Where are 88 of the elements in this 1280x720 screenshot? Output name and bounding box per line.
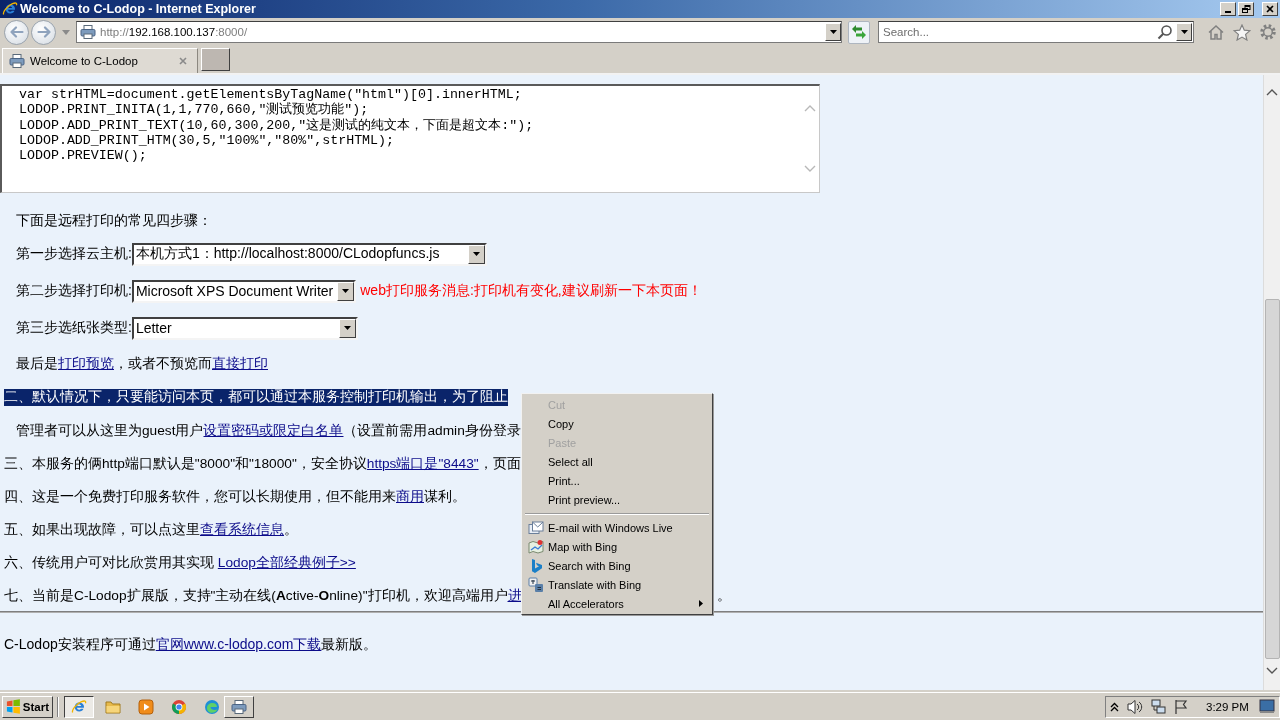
- caret-right-icon: [699, 600, 703, 607]
- chevron-down-icon: [804, 165, 816, 172]
- link[interactable]: 官网www.c-lodop.com下载: [155, 636, 322, 652]
- restore-button[interactable]: [1238, 2, 1254, 16]
- play-icon[interactable]: [138, 698, 154, 715]
- search-icon[interactable]: [1157, 24, 1173, 40]
- paragraph-text: C-Lodop安装程序可通过官网www.c-lodop.com下载最新版。: [4, 636, 378, 652]
- chevron-up-icon[interactable]: [1266, 89, 1278, 96]
- paragraph-text: 最后是打印预览，或者不预览而直接打印: [16, 356, 268, 372]
- map-icon: [528, 539, 544, 554]
- link[interactable]: 商用: [396, 489, 424, 504]
- link[interactable]: Lodop全部经典例子>>: [217, 555, 356, 570]
- menu-item[interactable]: Search with Bing: [523, 556, 711, 575]
- caret-down-icon: [342, 289, 350, 293]
- menu-item[interactable]: All Accelerators: [523, 594, 711, 613]
- flag-icon[interactable]: [1174, 698, 1188, 715]
- paragraph-text: 三、本服务的俩http端口默认是"8000"和"18000"，安全协议https端口是"8443"，页面: [4, 456, 521, 472]
- new-tab-button[interactable]: [201, 48, 230, 71]
- link[interactable]: 设置密码或限定白名单: [203, 423, 344, 438]
- restore-icon: [1241, 5, 1251, 13]
- star-icon[interactable]: [1233, 23, 1251, 41]
- field-label: 第三步选纸张类型:: [16, 319, 132, 337]
- menu-item[interactable]: Print preview...: [523, 490, 711, 509]
- circle-logo-icon[interactable]: [171, 698, 187, 715]
- dropdown-button[interactable]: [1176, 23, 1192, 41]
- printer-icon: [231, 698, 247, 715]
- refresh-icon: [851, 24, 867, 40]
- taskbar-button[interactable]: [64, 695, 94, 718]
- paragraph-text: 四、这是一个免费打印服务软件，您可以长期使用，但不能用来商用谋利。: [4, 489, 466, 505]
- email-icon: [528, 521, 544, 534]
- search-field[interactable]: Search...: [878, 21, 1194, 43]
- menu-item[interactable]: Select all: [523, 452, 711, 471]
- e-logo-icon: [2, 1, 18, 17]
- window-title: Welcome to C-Lodop - Internet Explorer: [20, 2, 256, 16]
- e-logo-icon: [71, 698, 87, 715]
- scrollbar[interactable]: [1263, 75, 1280, 690]
- home-icon[interactable]: [1207, 24, 1225, 40]
- text-fragment: 。: [717, 588, 731, 604]
- translate-icon: [528, 576, 544, 593]
- printer-icon: [80, 24, 96, 40]
- refresh-button[interactable]: [848, 20, 870, 44]
- arrow-right-icon: [36, 26, 51, 38]
- paragraph-text: 六、传统用户可对比欣赏用其实现 Lodop全部经典例子>>: [4, 555, 356, 571]
- close-icon: [1266, 5, 1274, 13]
- chevron-down-icon[interactable]: [1266, 667, 1278, 674]
- code-textarea[interactable]: var strHTML=document.getElementsByTagName("html")[0].innerHTML; LODOP.PRINT_INITA(1,1,770,660,"测试预览功能"); LODOP.ADD_PRINT_TEXT(10,60,300,200,"这是测试的纯文本，下面是超文本:"); LODOP.ADD_PRINT_HTM(30,5,"100%","80%",strHTML); LODOP.PREVIEW();: [0, 84, 820, 193]
- menu-item[interactable]: Translate with Bing: [523, 575, 711, 594]
- caret-down-icon: [1180, 30, 1188, 34]
- desktop-icon[interactable]: [1259, 699, 1275, 714]
- speaker-icon[interactable]: [1127, 698, 1143, 715]
- caret-down-icon: [343, 326, 351, 330]
- menu-item[interactable]: E-mail with Windows Live: [523, 518, 711, 537]
- paragraph-text: 二、默认情况下，只要能访问本页，都可以通过本服务控制打印机输出，为了阻止: [4, 389, 508, 406]
- caret-down-icon: [472, 252, 480, 256]
- minimize-button[interactable]: [1220, 2, 1236, 16]
- printer-icon: [9, 53, 25, 69]
- menu-item[interactable]: Copy: [523, 414, 711, 433]
- menu-item[interactable]: Print...: [523, 471, 711, 490]
- network-icon[interactable]: [1151, 699, 1166, 714]
- dropdown-select[interactable]: Letter: [131, 316, 358, 340]
- menu-item[interactable]: Map with Bing: [523, 537, 711, 556]
- link[interactable]: 进: [507, 588, 522, 603]
- dropdown-button[interactable]: [825, 23, 841, 41]
- link[interactable]: https端口是"8443": [366, 456, 479, 471]
- clock-text[interactable]: 3:29 PM: [1206, 700, 1249, 713]
- paragraph-text: 七、当前是C-Lodop扩展版，支持"主动在线(Active-Online)"打印机，欢迎高端用户进: [4, 588, 522, 604]
- close-button[interactable]: [1262, 2, 1278, 16]
- dropdown-select[interactable]: Microsoft XPS Document Writer: [131, 279, 357, 303]
- dropdown-select[interactable]: 本机方式1：http://localhost:8000/CLodopfuncs.js: [131, 242, 487, 266]
- link[interactable]: 直接打印: [212, 356, 268, 371]
- field-label: 第二步选择打印机:: [16, 282, 132, 300]
- caret-down-icon: [829, 30, 837, 34]
- chevron-up-icon: [804, 105, 816, 112]
- field-label: 第一步选择云主机:: [16, 245, 132, 263]
- address-field[interactable]: http://192.168.100.137:8000/: [76, 21, 842, 43]
- settings-icon[interactable]: [1259, 23, 1277, 41]
- intro-text: 下面是远程打印的常见四步骤：: [16, 212, 212, 228]
- start-logo-icon: [6, 698, 21, 715]
- chevron-up-icon[interactable]: [1110, 701, 1119, 712]
- start-button[interactable]: Start: [2, 695, 53, 718]
- paragraph-text: 管理者可以从这里为guest用户设置密码或限定白名单（设置前需用admin身份登录: [16, 423, 521, 439]
- link[interactable]: 打印预览: [58, 356, 114, 371]
- paragraph-text: 五、如果出现故障，可以点这里查看系统信息。: [4, 522, 298, 538]
- arrow-left-icon: [9, 26, 24, 38]
- link[interactable]: 查看系统信息: [200, 522, 284, 537]
- scrollbar-thumb[interactable]: [1264, 299, 1280, 659]
- tab[interactable]: Welcome to C-Lodop: [2, 48, 198, 73]
- status-message: web打印服务消息:打印机有变化,建议刷新一下本页面！: [360, 282, 702, 300]
